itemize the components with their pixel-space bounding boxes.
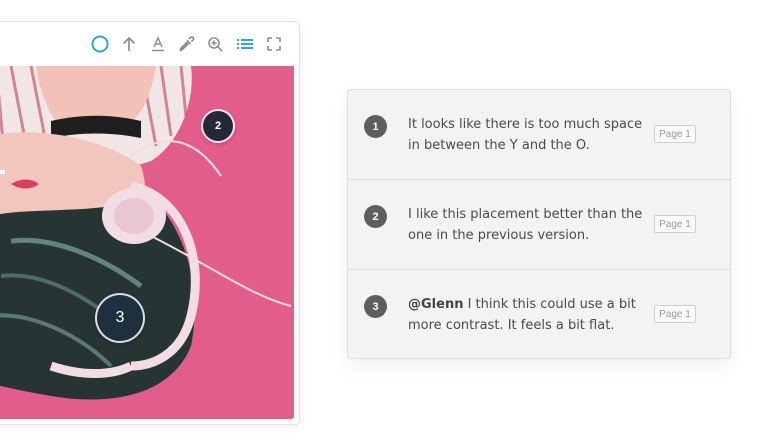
annotation-pin-3[interactable]: 3 [97, 295, 143, 341]
comment-number-badge: 2 [364, 205, 387, 228]
zoom-in-icon [208, 36, 223, 52]
comment-item[interactable]: 3 @Glenn I think this could use a bit mo… [348, 270, 730, 360]
annotation-toolbar [90, 34, 283, 54]
annotation-pin-2[interactable]: 2 [203, 111, 233, 141]
image-viewer: 2 3 [0, 21, 300, 425]
zoom-in-button[interactable] [206, 35, 225, 54]
eyedropper-icon [179, 35, 195, 52]
comment-number-badge: 1 [364, 115, 387, 138]
comment-item[interactable]: 1 It looks like there is too much space … [348, 90, 730, 180]
text-tool-button[interactable] [148, 35, 167, 54]
fullscreen-icon [266, 37, 281, 51]
comment-body: It looks like there is too much space in… [408, 117, 643, 153]
text-underline-icon [151, 36, 164, 52]
page-tag[interactable]: Page 1 [654, 215, 696, 233]
arrow-tool-button[interactable] [119, 35, 138, 54]
comment-text: @Glenn I think this could use a bit more… [408, 294, 648, 336]
comments-panel: 1 It looks like there is too much space … [347, 89, 731, 359]
comment-text: It looks like there is too much space in… [408, 114, 648, 156]
page-tag[interactable]: Page 1 [654, 305, 696, 323]
circle-tool-icon [91, 35, 108, 53]
list-icon [236, 39, 253, 49]
eyedropper-tool-button[interactable] [177, 35, 196, 54]
photo-illustration [0, 66, 294, 419]
comment-list-button[interactable] [235, 35, 254, 54]
comment-text: I like this placement better than the on… [408, 204, 648, 246]
comment-author-mention[interactable]: @Glenn [408, 297, 463, 312]
comment-number-badge: 3 [364, 295, 387, 318]
arrow-up-icon [122, 36, 135, 51]
page-tag[interactable]: Page 1 [654, 125, 696, 143]
circle-tool-button[interactable] [90, 35, 109, 54]
fullscreen-button[interactable] [264, 35, 283, 54]
comment-body: I like this placement better than the on… [408, 207, 643, 243]
comment-item[interactable]: 2 I like this placement better than the … [348, 180, 730, 270]
photo-canvas[interactable] [0, 66, 294, 419]
